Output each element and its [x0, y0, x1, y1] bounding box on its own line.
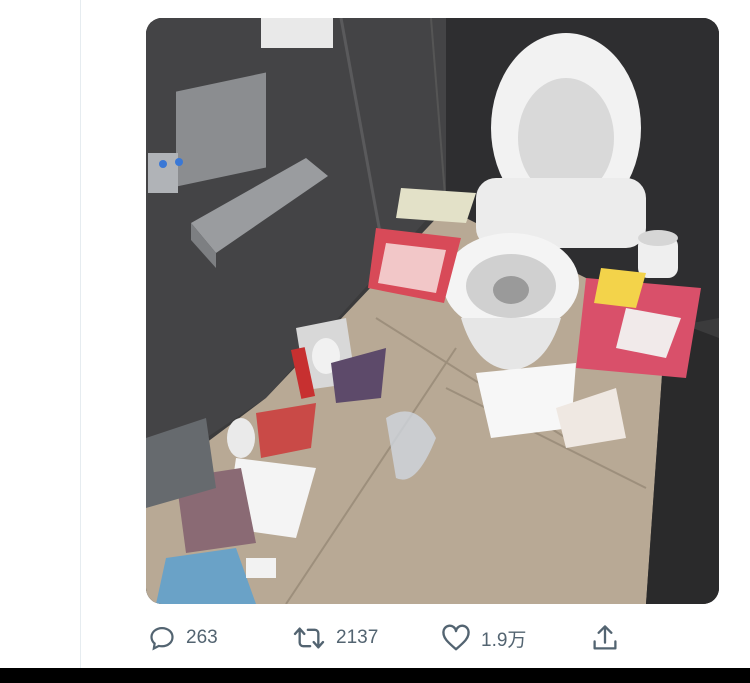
- tweet-action-bar: 263 2137 1.9万: [146, 618, 626, 658]
- heart-icon: [441, 624, 471, 652]
- share-icon: [591, 623, 619, 653]
- share-button[interactable]: [591, 618, 619, 658]
- like-button[interactable]: 1.9万: [441, 618, 526, 658]
- restroom-photo-illustration: [146, 18, 719, 604]
- retweet-button[interactable]: 2137: [292, 618, 378, 658]
- reply-button[interactable]: 263: [148, 618, 218, 658]
- bottom-bar: [0, 668, 750, 683]
- retweet-icon: [292, 624, 326, 652]
- like-count: 1.9万: [481, 629, 527, 651]
- reply-icon: [148, 624, 176, 652]
- tweet-photo[interactable]: [146, 18, 719, 604]
- timeline-left-border: [80, 0, 81, 668]
- retweet-count: 2137: [336, 627, 379, 648]
- reply-count: 263: [186, 627, 218, 648]
